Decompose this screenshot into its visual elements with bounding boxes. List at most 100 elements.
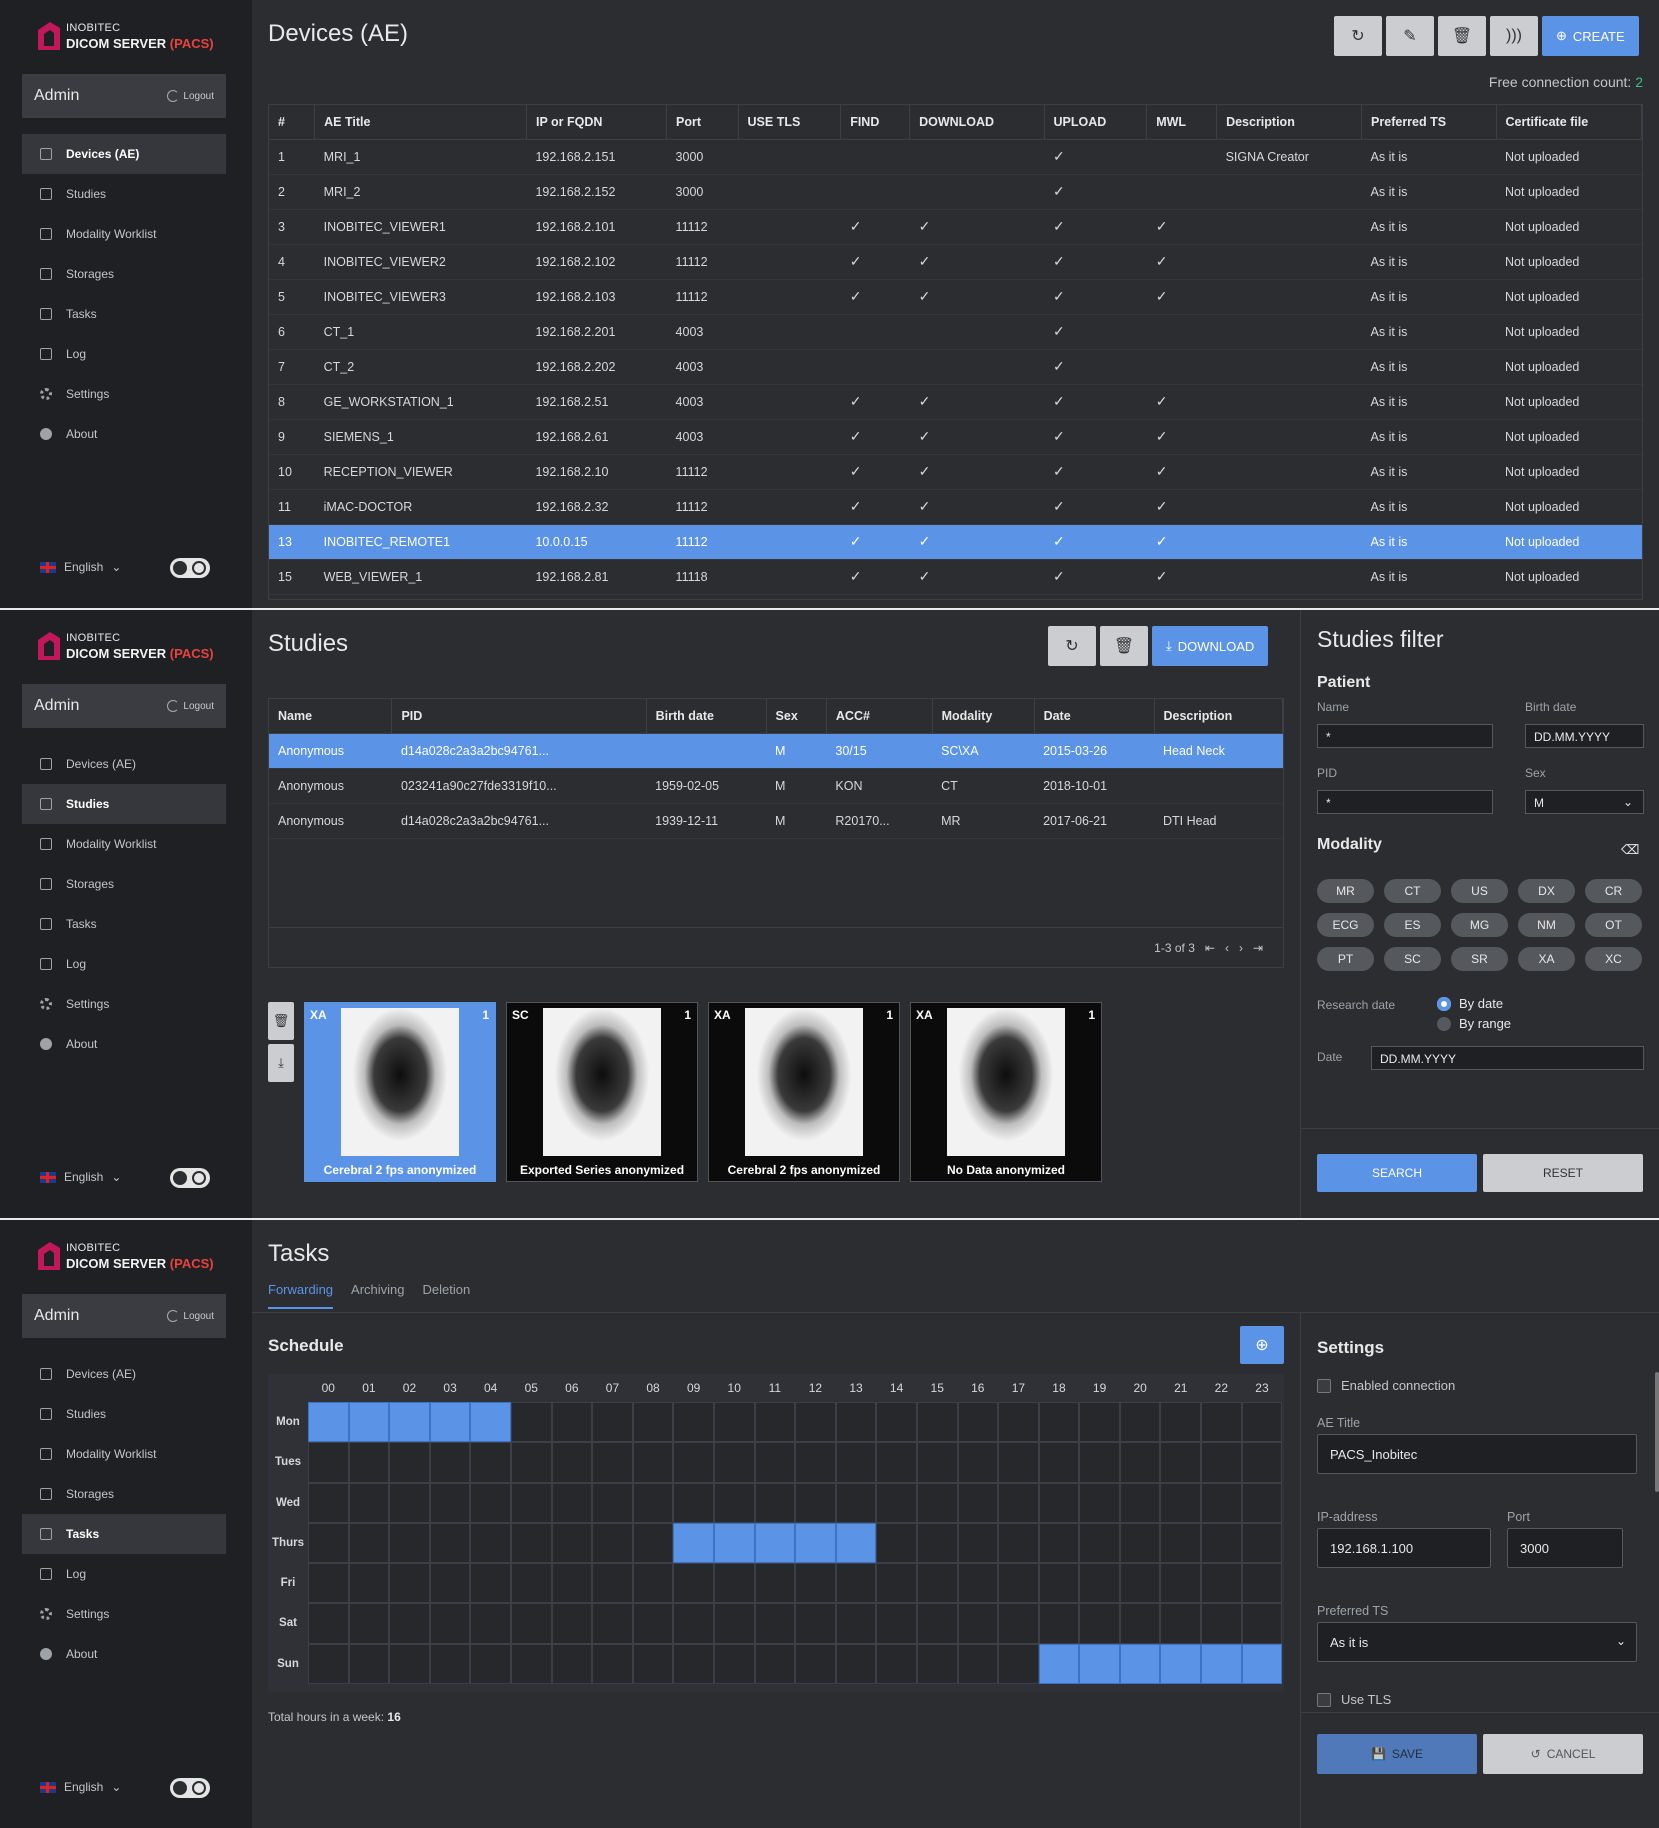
schedule-cell[interactable] <box>957 1563 999 1604</box>
name-input[interactable]: * <box>1317 724 1493 748</box>
tab-deletion[interactable]: Deletion <box>423 1282 471 1309</box>
date-input[interactable]: DD.MM.YYYY <box>1371 1046 1644 1070</box>
schedule-cell[interactable] <box>1079 1643 1120 1685</box>
series-thumbnail[interactable]: XA 1 Cerebral 2 fps anonymized <box>708 1002 900 1182</box>
schedule-cell[interactable] <box>1241 1442 1283 1483</box>
nav-studies[interactable]: Studies <box>22 1394 226 1434</box>
nav-about[interactable]: About <box>22 414 226 454</box>
schedule-cell[interactable] <box>713 1643 755 1685</box>
schedule-cell[interactable] <box>429 1482 471 1523</box>
language-select[interactable]: English ⌄ <box>40 1780 121 1794</box>
schedule-cell[interactable] <box>1119 1522 1161 1564</box>
modality-chip[interactable]: US <box>1451 879 1508 903</box>
schedule-cell[interactable] <box>957 1603 999 1644</box>
eraser-icon[interactable]: ⌫ <box>1621 842 1639 858</box>
schedule-cell[interactable] <box>1160 1643 1202 1685</box>
schedule-cell[interactable] <box>1038 1603 1080 1644</box>
theme-toggle[interactable] <box>170 1168 210 1188</box>
schedule-cell[interactable] <box>1241 1563 1283 1604</box>
schedule-cell[interactable] <box>673 1402 714 1443</box>
edit-button[interactable]: ✎ <box>1386 16 1434 56</box>
schedule-cell[interactable] <box>1119 1603 1161 1644</box>
schedule-cell[interactable] <box>795 1402 836 1443</box>
schedule-cell[interactable] <box>916 1522 958 1564</box>
schedule-cell[interactable] <box>795 1563 836 1604</box>
schedule-cell[interactable] <box>754 1442 796 1483</box>
schedule-cell[interactable] <box>470 1643 511 1685</box>
series-thumbnail[interactable]: SC 1 Exported Series anonymized <box>506 1002 698 1182</box>
schedule-cell[interactable] <box>1160 1603 1202 1644</box>
create-button[interactable]: ⊕ CREATE <box>1542 16 1639 56</box>
ip-input[interactable]: 192.168.1.100 <box>1317 1528 1491 1568</box>
echo-button[interactable]: ))) <box>1490 16 1538 56</box>
schedule-cell[interactable] <box>876 1603 917 1644</box>
schedule-cell[interactable] <box>1241 1482 1283 1523</box>
schedule-cell[interactable] <box>754 1603 796 1644</box>
schedule-cell[interactable] <box>632 1643 674 1685</box>
logout-button[interactable]: Logout <box>167 90 214 102</box>
schedule-cell[interactable] <box>470 1402 511 1443</box>
scrollbar[interactable] <box>1655 1372 1659 1492</box>
schedule-cell[interactable] <box>510 1603 552 1644</box>
schedule-cell[interactable] <box>835 1603 877 1644</box>
schedule-cell[interactable] <box>592 1482 633 1523</box>
schedule-cell[interactable] <box>1038 1442 1080 1483</box>
preferred-ts-select[interactable]: As it is ⌄ <box>1317 1622 1637 1662</box>
table-row[interactable]: 9SIEMENS_1192.168.2.614003 As it isNot up… <box>269 419 1642 455</box>
schedule-cell[interactable] <box>1160 1402 1202 1443</box>
schedule-cell[interactable] <box>470 1563 511 1604</box>
schedule-cell[interactable] <box>632 1522 674 1564</box>
schedule-cell[interactable] <box>1038 1402 1080 1443</box>
table-row[interactable]: Anonymous d14a028c2a3a2bc94761... M 30/15 SC… <box>269 733 1283 769</box>
table-row[interactable]: 3INOBITEC_VIEWER1192.168.2.10111112 As it… <box>269 209 1642 245</box>
cancel-button[interactable]: ↺ CANCEL <box>1483 1734 1643 1774</box>
nav-devices[interactable]: Devices (AE) <box>22 744 226 784</box>
table-row[interactable]: 11iMAC-DOCTOR192.168.2.3211112 As it isNo… <box>269 489 1642 525</box>
enabled-connection-checkbox[interactable]: Enabled connection <box>1317 1378 1455 1393</box>
schedule-cell[interactable] <box>551 1643 593 1685</box>
nav-studies[interactable]: Studies <box>22 174 226 214</box>
schedule-cell[interactable] <box>713 1482 755 1523</box>
schedule-cell[interactable] <box>389 1643 430 1685</box>
schedule-cell[interactable] <box>998 1402 1039 1443</box>
table-row[interactable]: 1MRI_1192.168.2.1513000 SIGNA CreatorAs i… <box>269 139 1642 175</box>
download-button[interactable]: ⤓ DOWNLOAD <box>1152 626 1269 666</box>
nav-tasks[interactable]: Tasks <box>22 904 226 944</box>
schedule-cell[interactable] <box>1201 1482 1242 1523</box>
column-header[interactable]: FIND <box>840 105 911 140</box>
schedule-cell[interactable] <box>876 1402 917 1443</box>
schedule-cell[interactable] <box>592 1442 633 1483</box>
schedule-cell[interactable] <box>592 1402 633 1443</box>
schedule-cell[interactable] <box>429 1603 471 1644</box>
schedule-cell[interactable] <box>470 1442 511 1483</box>
first-page-icon[interactable]: ⇤ <box>1205 941 1215 955</box>
schedule-cell[interactable] <box>998 1603 1039 1644</box>
schedule-cell[interactable] <box>551 1402 593 1443</box>
schedule-cell[interactable] <box>389 1563 430 1604</box>
schedule-cell[interactable] <box>429 1522 471 1564</box>
table-row[interactable]: 15WEB_VIEWER_1192.168.2.8111118 As it isN… <box>269 559 1642 595</box>
schedule-cell[interactable] <box>470 1522 511 1564</box>
schedule-cell[interactable] <box>876 1482 917 1523</box>
schedule-cell[interactable] <box>673 1603 714 1644</box>
nav-about[interactable]: About <box>22 1634 226 1674</box>
schedule-cell[interactable] <box>957 1402 999 1443</box>
nav-storages[interactable]: Storages <box>22 1474 226 1514</box>
schedule-cell[interactable] <box>916 1442 958 1483</box>
column-header[interactable]: Modality <box>932 699 1035 734</box>
nav-worklist[interactable]: Modality Worklist <box>22 214 226 254</box>
modality-chip[interactable]: OT <box>1585 913 1642 937</box>
schedule-cell[interactable] <box>1038 1522 1080 1564</box>
save-button[interactable]: 💾 SAVE <box>1317 1734 1477 1774</box>
schedule-cell[interactable] <box>592 1522 633 1564</box>
series-thumbnail[interactable]: XA 1 Cerebral 2 fps anonymized <box>304 1002 496 1182</box>
schedule-cell[interactable] <box>632 1442 674 1483</box>
schedule-cell[interactable] <box>1241 1402 1283 1443</box>
schedule-cell[interactable] <box>673 1522 714 1564</box>
schedule-cell[interactable] <box>754 1643 796 1685</box>
schedule-cell[interactable] <box>835 1482 877 1523</box>
schedule-cell[interactable] <box>998 1442 1039 1483</box>
schedule-cell[interactable] <box>835 1522 877 1564</box>
tab-archiving[interactable]: Archiving <box>351 1282 404 1309</box>
schedule-cell[interactable] <box>632 1482 674 1523</box>
